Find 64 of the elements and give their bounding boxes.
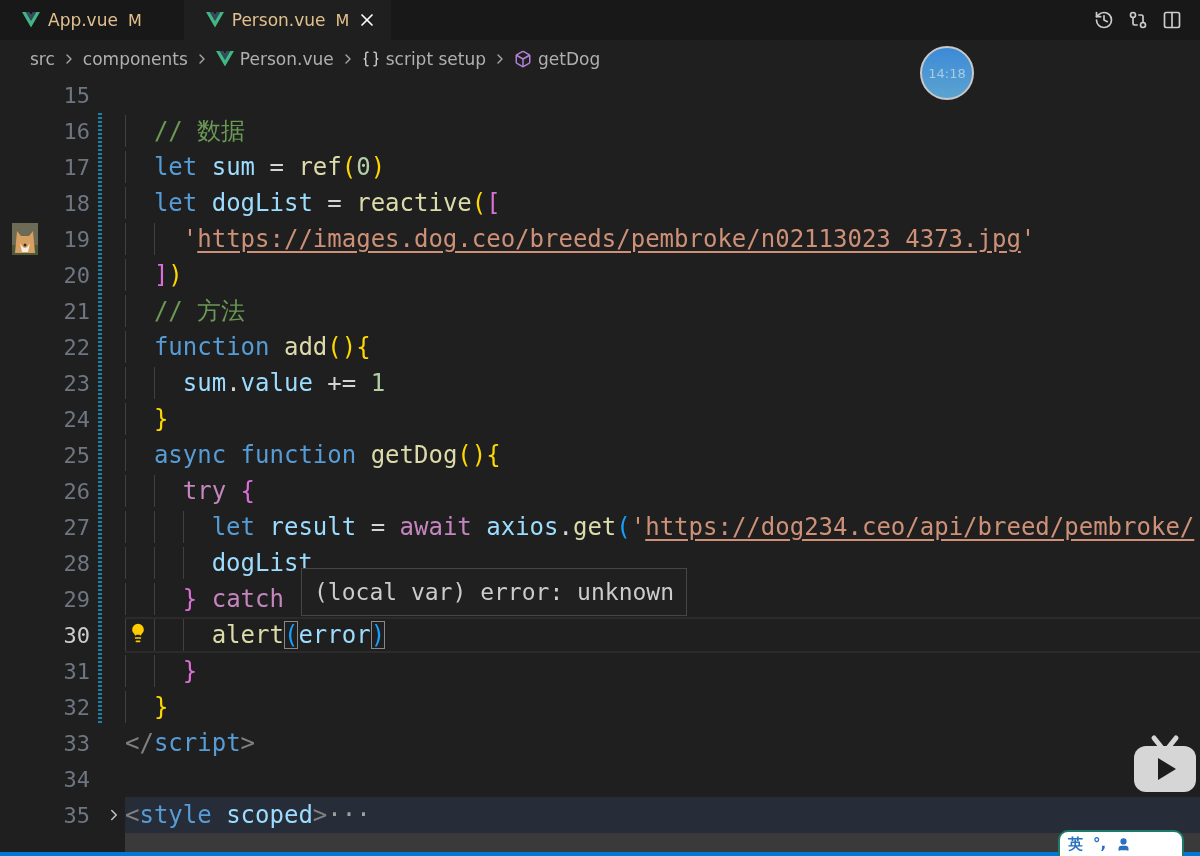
vue-icon [215,50,234,67]
code-line: </script> [125,729,256,757]
braces-icon [361,49,380,68]
vue-icon [205,12,224,28]
compare-icon[interactable] [1128,10,1148,30]
line-number: 18 [62,190,90,216]
tv-play-icon[interactable] [1134,734,1196,792]
user-icon [1116,836,1132,852]
code-line: let result = await axios.get('https://dog234.ceo/api/breed/pembroke/ [211,513,1195,541]
breadcrumb-item[interactable]: src [30,48,55,69]
modified-status: M [335,10,350,30]
editor-tab[interactable]: Person.vue M [183,0,392,40]
breadcrumb-item[interactable]: Person.vue [239,48,334,69]
code-line: try { [182,477,256,505]
line-number: 17 [62,154,90,180]
line-number: 28 [62,550,90,576]
line-number: 26 [62,478,90,504]
line-number: 30 [62,622,90,648]
code-line: async function getDog(){ [153,441,501,469]
line-number: 29 [62,586,90,612]
tab-label: Person.vue [231,10,326,30]
line-number: 16 [62,118,90,144]
line-number: 25 [62,442,90,468]
hover-tooltip: (local var) error: unknown [301,568,688,616]
line-number: 21 [62,298,90,324]
line-number: 23 [62,370,90,396]
history-icon[interactable] [1094,10,1114,30]
code-comment: // 方法 [153,296,246,327]
code-line: } [153,405,169,433]
code-line: let sum = ref(0) [153,153,386,181]
breadcrumb-item[interactable]: getDog [538,48,601,69]
code-line: sum.value += 1 [182,369,386,397]
line-number: 32 [62,694,90,720]
code-comment: // 数据 [153,116,246,147]
line-number: 27 [62,514,90,540]
vue-icon [22,12,40,28]
code-line: 'https://images.dog.ceo/breeds/pembroke/n02113023_4373.jpg' [182,225,1036,253]
code-line: let dogList = reactive([ [153,189,501,217]
code-line: } catch [182,585,284,613]
modified-status: M [127,10,142,30]
code-line: } [182,657,198,685]
line-number: 20 [62,262,90,288]
breadcrumb-item[interactable]: script setup [385,48,486,69]
clock-badge: 14:18 [920,46,974,100]
code-line: function add(){ [153,333,371,361]
line-number: 19 [62,226,90,252]
ime-punctuation: °, [1093,835,1107,853]
code-line: alert(error) [211,621,386,649]
split-editor-icon[interactable] [1162,10,1182,30]
line-number: 31 [62,658,90,684]
code-line: } [153,693,169,721]
breadcrumb-item[interactable]: components [82,48,188,69]
line-number: 22 [62,334,90,360]
line-number: 34 [62,766,90,792]
line-number: 15 [62,82,90,108]
tab-label: App.vue [48,10,118,30]
code-line: ]) [153,261,183,289]
line-number: 24 [62,406,90,432]
cube-icon [514,49,532,68]
ime-language: 英 [1068,834,1083,854]
code-line: <style scoped>··· [125,801,371,829]
line-number: 35 [62,802,90,828]
ime-bar[interactable]: 英 °, [1058,830,1184,856]
line-number: 33 [62,730,90,756]
